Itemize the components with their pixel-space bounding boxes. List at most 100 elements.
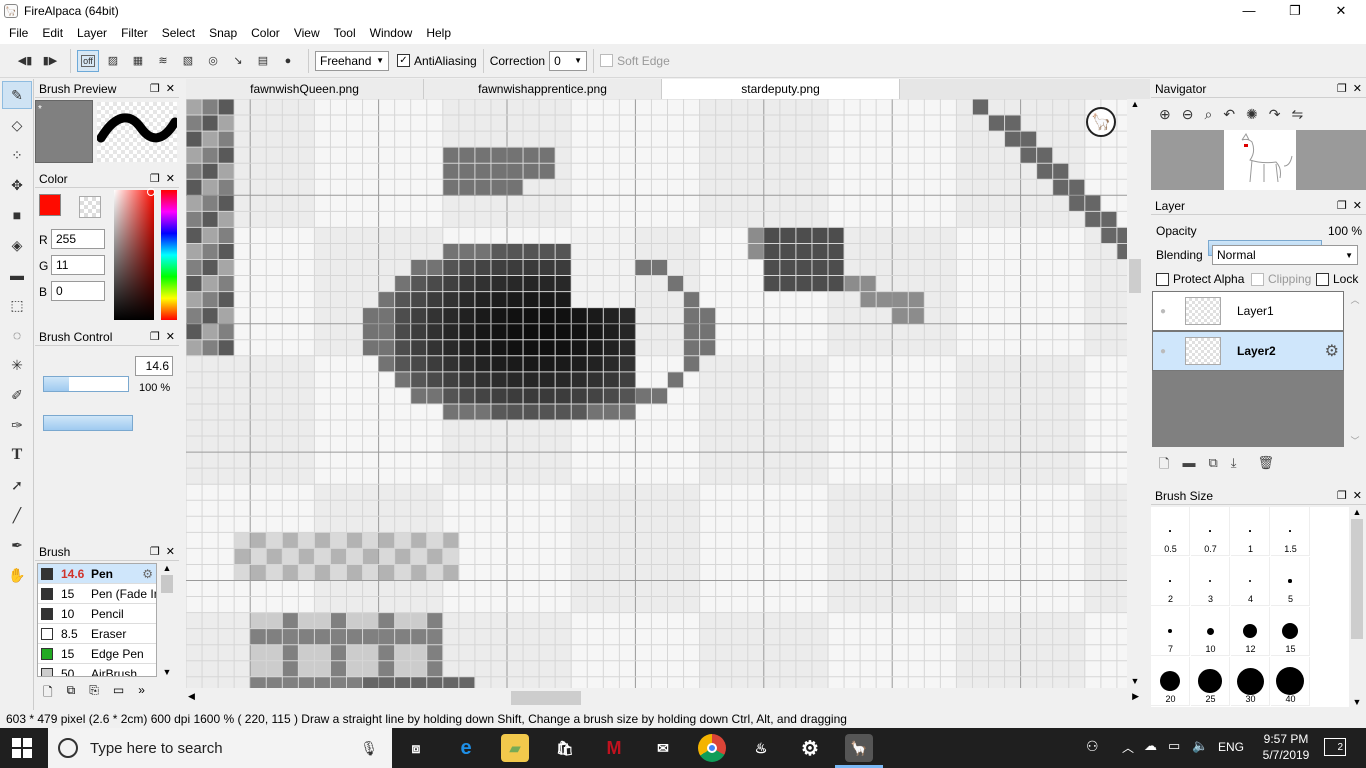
snap-3d-icon[interactable]: ▤	[252, 50, 274, 72]
scroll-up-icon[interactable]: ▲	[1127, 99, 1143, 109]
scroll-down-icon[interactable]: ﹀	[1347, 434, 1363, 447]
scroll-down-icon[interactable]: ▼	[1127, 676, 1143, 686]
duplicate-brush-icon[interactable]: ⧉	[67, 683, 76, 704]
brush-size-slider[interactable]	[43, 376, 129, 392]
clock-date[interactable]: 5/7/2019	[1258, 748, 1314, 762]
network-icon[interactable]: ▭	[1168, 738, 1180, 754]
r-value-input[interactable]: 255	[51, 229, 105, 249]
operation-tool-icon[interactable]: ➚	[2, 471, 32, 499]
stroke-mode-select[interactable]: Freehand ▼	[315, 50, 389, 71]
antialiasing-checkbox[interactable]: ✓	[397, 54, 410, 67]
scroll-thumb[interactable]	[1129, 259, 1141, 293]
snap-vanish-icon[interactable]: ↘	[227, 50, 249, 72]
brush-list-item[interactable]: 50 AirBrush	[38, 664, 156, 676]
brush-size-cell[interactable]: 20	[1151, 657, 1190, 706]
input-language[interactable]: ENG	[1218, 740, 1244, 754]
close-icon[interactable]: ✕	[166, 545, 175, 558]
gradient-tool-icon[interactable]: ▬	[2, 261, 32, 289]
scroll-up-icon[interactable]: ▲	[1349, 507, 1365, 517]
clock-time[interactable]: 9:57 PM	[1258, 732, 1314, 746]
snap-circle-icon[interactable]: ◎	[202, 50, 224, 72]
canvas-vertical-scrollbar[interactable]: ▲ ▼	[1127, 99, 1143, 688]
brush-list-item[interactable]: 10 Pencil	[38, 604, 156, 624]
blending-select[interactable]: Normal ▼	[1212, 245, 1358, 265]
brush-size-cell[interactable]: 40	[1271, 657, 1310, 706]
scroll-right-icon[interactable]: ▶	[1132, 691, 1139, 702]
saturation-value-picker[interactable]	[114, 190, 154, 320]
protect-alpha-toggle[interactable]: Protect Alpha	[1156, 272, 1244, 286]
scroll-down-icon[interactable]: ▼	[1349, 697, 1365, 707]
mail-icon[interactable]: ✉	[649, 734, 677, 762]
close-icon[interactable]: ✕	[166, 172, 175, 185]
menu-filter[interactable]: Filter	[114, 22, 155, 44]
scroll-up-icon[interactable]: ︿	[1347, 293, 1363, 306]
visibility-icon[interactable]: ●	[1153, 346, 1173, 357]
menu-window[interactable]: Window	[363, 22, 420, 44]
mcafee-icon[interactable]: M	[600, 734, 628, 762]
windows-start-icon[interactable]	[12, 738, 32, 758]
steam-icon[interactable]: ♨	[747, 734, 775, 762]
prev-icon[interactable]: ◀▮	[14, 50, 36, 72]
layer-row-layer2[interactable]: ● Layer2 ⚙	[1152, 331, 1344, 371]
rotate-left-icon[interactable]: ↶	[1223, 106, 1235, 123]
brush-list-item[interactable]: 8.5 Eraser	[38, 624, 156, 644]
hand-tool-icon[interactable]: ✋	[2, 561, 32, 589]
hue-slider[interactable]	[161, 190, 177, 320]
correction-select[interactable]: 0 ▼	[549, 50, 588, 71]
divide-tool-icon[interactable]: ╱	[2, 501, 32, 529]
drawing-canvas[interactable]: 🦙	[186, 99, 1127, 688]
snap-grid-icon[interactable]: ▦	[127, 50, 149, 72]
select-tool-icon[interactable]: ⬚	[2, 291, 32, 319]
menu-tool[interactable]: Tool	[327, 22, 363, 44]
brush-size-cell[interactable]: 0.7	[1191, 507, 1230, 556]
restore-button[interactable]: ❐	[1272, 0, 1318, 22]
gear-icon[interactable]: ⚙	[142, 567, 153, 581]
brush-size-cell[interactable]: 25	[1191, 657, 1230, 706]
menu-color[interactable]: Color	[244, 22, 287, 44]
people-icon[interactable]: ⚇	[1086, 738, 1099, 755]
scroll-thumb[interactable]	[1351, 519, 1363, 639]
g-value-input[interactable]: 11	[51, 255, 105, 275]
zoom-out-icon[interactable]: ⊖	[1182, 106, 1194, 123]
menu-file[interactable]: File	[2, 22, 35, 44]
script-brush-icon[interactable]: ⎘	[89, 683, 99, 704]
zoom-fit-icon[interactable]: ⌕	[1204, 106, 1212, 123]
snap-point-icon[interactable]: ●	[277, 50, 299, 72]
folder-icon[interactable]: ▭	[113, 683, 124, 704]
rotate-right-icon[interactable]: ↷	[1269, 106, 1281, 123]
brush-size-cell[interactable]: 1.5	[1271, 507, 1310, 556]
snap-diagonal-icon[interactable]: ▧	[177, 50, 199, 72]
lock-checkbox[interactable]	[1316, 272, 1329, 286]
eraser-tool-icon[interactable]: ◇	[2, 111, 32, 139]
task-view-icon[interactable]: ⧈	[402, 734, 430, 762]
scroll-up-icon[interactable]: ▲	[159, 563, 175, 573]
brush-list-item[interactable]: 15 Pen (Fade In/Out)	[38, 584, 156, 604]
brush-size-cell[interactable]: 4	[1231, 557, 1270, 606]
brush-size-cell[interactable]: 7	[1151, 607, 1190, 656]
select-eraser-tool-icon[interactable]: ✑	[2, 411, 32, 439]
navigator-preview[interactable]	[1151, 130, 1366, 190]
close-button[interactable]: ✕	[1318, 0, 1364, 22]
canvas-horizontal-scrollbar[interactable]: ◀ ▶	[186, 688, 1143, 708]
show-hidden-icons-icon[interactable]: ︿	[1122, 739, 1134, 756]
microphone-icon[interactable]: 🎙	[360, 740, 378, 757]
close-icon[interactable]: ✕	[166, 82, 175, 95]
brush-size-cell[interactable]: 5	[1271, 557, 1310, 606]
edge-browser-icon[interactable]: e	[452, 734, 480, 762]
brush-list-item[interactable]: 15 Edge Pen	[38, 644, 156, 664]
tab-fawnwishapprentice[interactable]: fawnwishapprentice.png	[424, 79, 662, 99]
magic-wand-tool-icon[interactable]: ✳	[2, 351, 32, 379]
float-icon[interactable]: ❐	[1337, 82, 1347, 95]
close-icon[interactable]: ✕	[1353, 199, 1362, 212]
brush-size-input[interactable]: 14.6	[135, 356, 173, 376]
float-icon[interactable]: ❐	[150, 172, 160, 185]
menu-help[interactable]: Help	[419, 22, 458, 44]
eyedropper-tool-icon[interactable]: ✒	[2, 531, 32, 559]
b-value-input[interactable]: 0	[51, 281, 105, 301]
duplicate-layer-icon[interactable]: ⧉	[1208, 455, 1217, 477]
menu-select[interactable]: Select	[155, 22, 202, 44]
brush-size-cell[interactable]: 15	[1271, 607, 1310, 656]
taskbar-search-box[interactable]: Type here to search 🎙	[48, 728, 392, 768]
float-icon[interactable]: ❐	[1337, 489, 1347, 502]
menu-view[interactable]: View	[287, 22, 327, 44]
